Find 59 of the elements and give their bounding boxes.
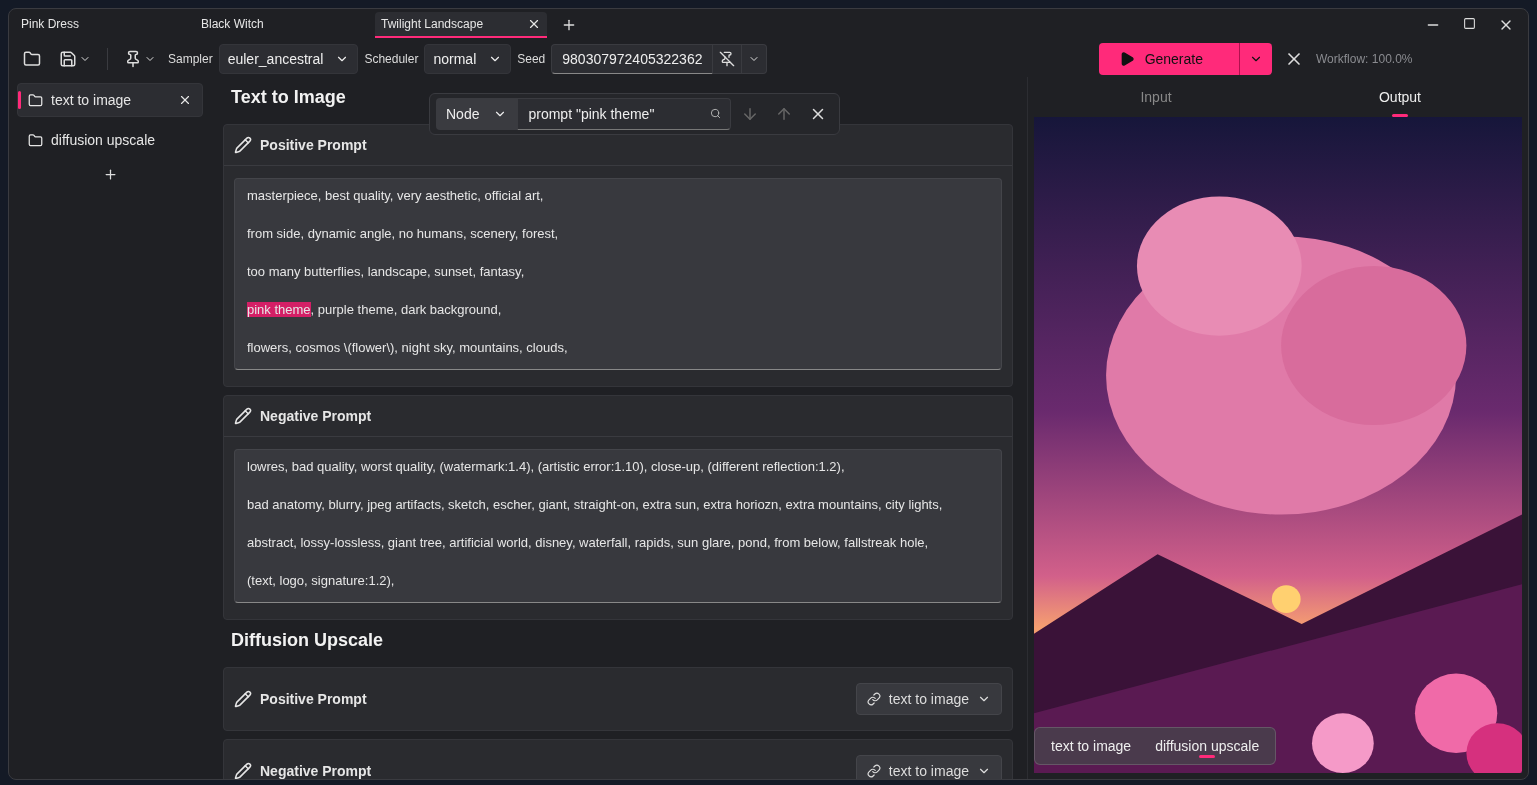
plus-icon (561, 17, 577, 33)
plus-icon (102, 167, 118, 182)
scope-select[interactable]: Node (436, 98, 518, 130)
link-icon (866, 764, 881, 778)
document-tab[interactable]: Twilight Landscape (375, 12, 547, 38)
pencil-icon (234, 407, 252, 425)
workflow-status: Workflow: 100.0% (1316, 52, 1414, 66)
search-icon (710, 108, 722, 119)
prompt-line: masterpiece, best quality, very aesthetic, official art, (247, 187, 545, 205)
card-title: Negative Prompt (260, 763, 372, 779)
scheduler-label: Scheduler (364, 52, 419, 66)
prompt-line: too many butterflies, landscape, sunset, fantasy, (247, 263, 526, 281)
prompt-line: abstract, lossy-lossless, giant tree, artificial world, disney, waterfall, rapids, sun glare, pond, from below, fallstreak hole, (247, 534, 930, 552)
link-select[interactable]: text to image (855, 755, 1002, 779)
pencil-icon (234, 762, 252, 779)
scheduler-select[interactable]: normal (424, 44, 512, 74)
save-icon (59, 50, 77, 68)
prompt-field[interactable] (234, 178, 1002, 370)
preview-tab[interactable]: Input (1034, 77, 1278, 117)
seed-label: Seed (517, 52, 546, 66)
pin-icon (124, 50, 142, 68)
sidebar-item-label: diffusion upscale (51, 132, 157, 148)
card-title: Positive Prompt (260, 691, 367, 707)
prompt-line: lowres, bad quality, worst quality, (watermark:1.4), (artistic error:1.10), close-up, (different reflection:1.2), (247, 458, 846, 476)
prompt-line: bad anatomy, blurry, jpeg artifacts, sketch, escher, giant, straight-on, extra sun, extra horiozn, extra mountains, city lights, (247, 496, 944, 514)
link-select[interactable]: text to image (855, 683, 1002, 715)
search-field[interactable]: prompt "pink theme" (517, 98, 732, 130)
card-title: Negative Prompt (260, 408, 372, 424)
preview-tab[interactable]: Output (1278, 77, 1522, 117)
pencil-icon (234, 690, 252, 708)
pencil-icon (234, 136, 252, 154)
result-tab[interactable]: text to image (1041, 734, 1142, 758)
result-tab[interactable]: diffusion upscale (1145, 734, 1270, 758)
maximize-icon[interactable] (1463, 17, 1476, 30)
sidebar-item[interactable]: text to image (17, 83, 203, 117)
card-title: Positive Prompt (260, 137, 367, 153)
prompt-line: (text, logo, signature:1.2), (247, 572, 396, 590)
generate-button[interactable]: Generate (1098, 43, 1240, 75)
section-title: Diffusion Upscale (231, 630, 385, 651)
document-tab[interactable]: Pink Dress (15, 12, 187, 38)
close-icon[interactable] (527, 17, 541, 31)
prompt-line: flowers, cosmos \(flower\), night sky, mountains, clouds, (247, 339, 569, 357)
sampler-select[interactable]: euler_ancestral (218, 44, 359, 74)
sidebar-item[interactable]: diffusion upscale (17, 123, 203, 157)
unpin-seed-button[interactable] (713, 44, 743, 74)
document-tab[interactable]: Black Witch (195, 12, 367, 38)
section-title: Text to Image (231, 87, 347, 108)
sidebar-item-label: text to image (51, 92, 133, 108)
sampler-label: Sampler (168, 52, 213, 66)
prompt-field[interactable] (234, 449, 1002, 603)
folder-icon (23, 50, 41, 68)
prompt-line: from side, dynamic angle, no humans, scenery, forest, (247, 225, 560, 243)
close-icon[interactable] (178, 93, 192, 107)
folder-icon (28, 132, 43, 148)
link-icon (866, 692, 881, 706)
pin-off-icon (719, 51, 736, 67)
seed-field[interactable]: 980307972405322362 (551, 44, 714, 74)
prompt-line: pink theme, purple theme, dark background, (247, 301, 503, 319)
folder-icon (28, 92, 43, 108)
